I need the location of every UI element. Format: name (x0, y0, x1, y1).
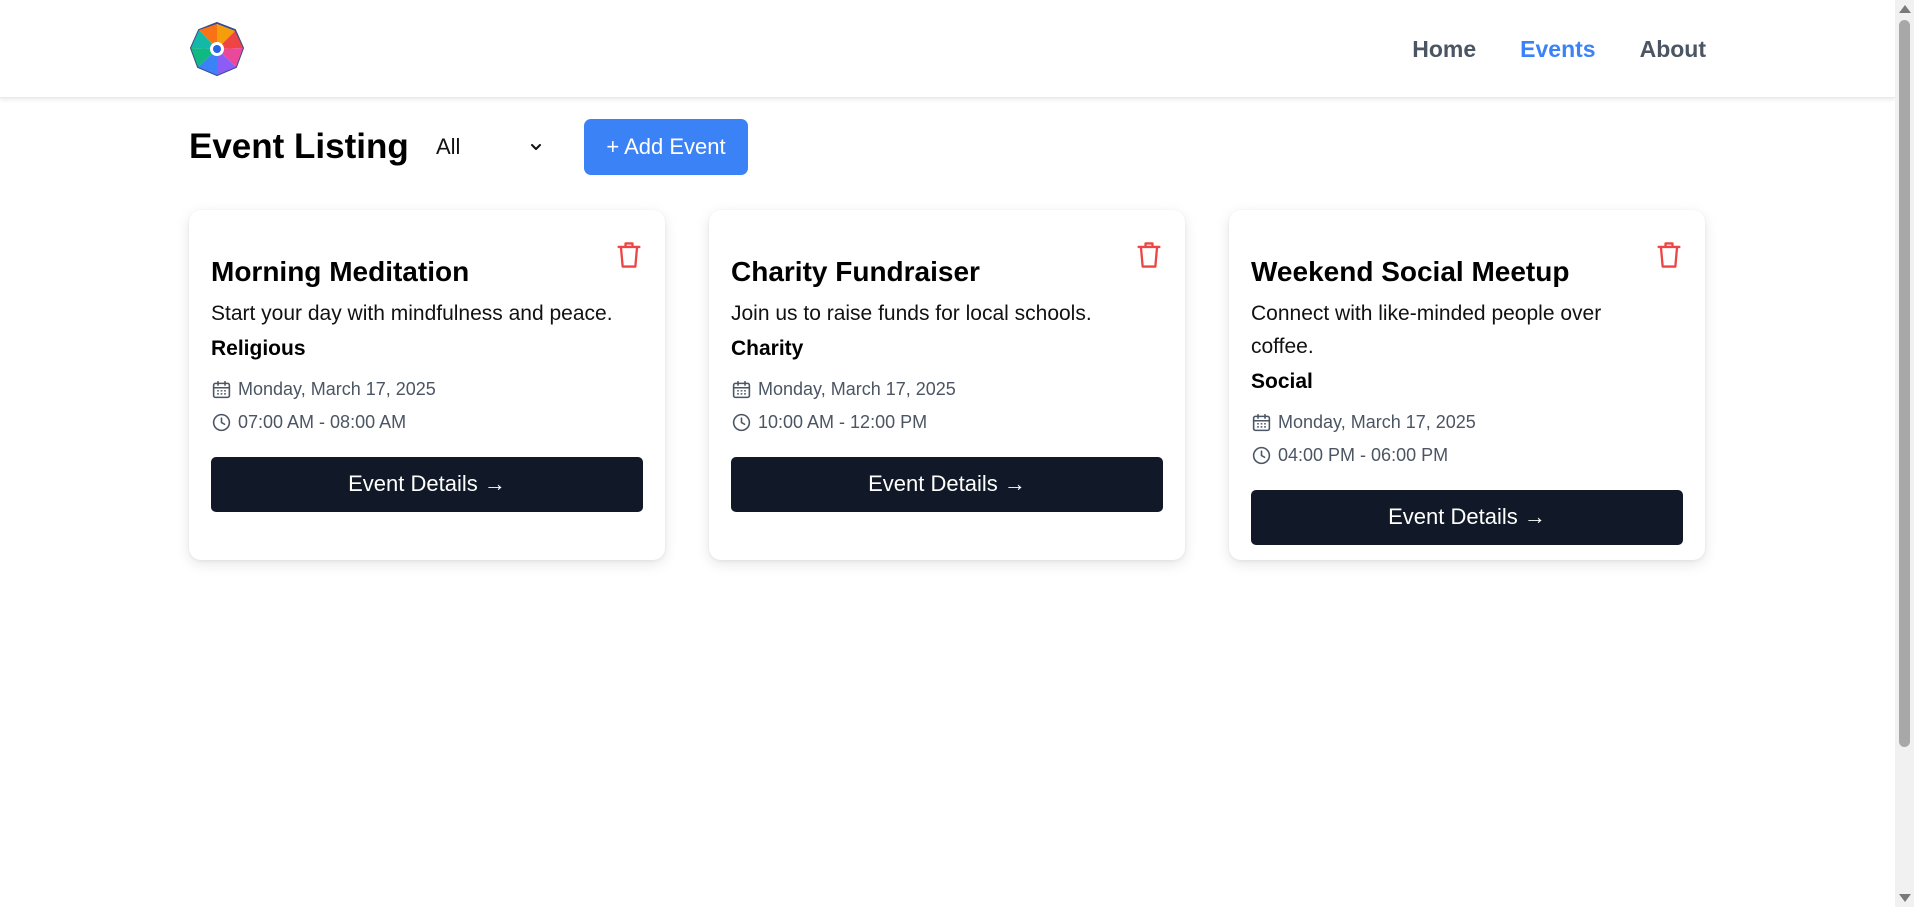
calendar-icon (212, 380, 231, 398)
header-row: Event Listing All + Add Event (189, 119, 748, 175)
event-title: Morning Meditation (211, 256, 470, 287)
event-date: Monday, March 17, 2025 (1278, 411, 1476, 432)
event-category: Charity (731, 336, 804, 360)
category-filter-select[interactable]: All (431, 125, 546, 169)
event-date-row: Monday, March 17, 2025 (1251, 406, 1683, 439)
event-card: Weekend Social Meetup Connect with like-… (1229, 210, 1705, 560)
event-category: Social (1251, 369, 1313, 393)
page-title: Event Listing (189, 127, 409, 166)
event-date-row: Monday, March 17, 2025 (211, 373, 643, 406)
scroll-up-arrow-icon[interactable] (1899, 5, 1911, 13)
add-event-button[interactable]: + Add Event (584, 119, 748, 175)
navbar: Home Events About (0, 0, 1895, 98)
nav-about-link[interactable]: About (1640, 36, 1706, 63)
event-date-row: Monday, March 17, 2025 (731, 373, 1163, 406)
clock-icon (212, 413, 231, 431)
event-description: Connect with like-minded people over cof… (1251, 301, 1602, 358)
event-title: Weekend Social Meetup (1251, 256, 1570, 287)
calendar-icon (732, 380, 751, 398)
clock-icon (1252, 446, 1271, 464)
vertical-scrollbar[interactable] (1895, 0, 1914, 907)
event-details-button[interactable]: Event Details → (1251, 489, 1683, 545)
event-details-button[interactable]: Event Details → (211, 456, 643, 512)
event-time-row: 04:00 PM - 06:00 PM (1251, 439, 1683, 472)
nav-events-link[interactable]: Events (1520, 36, 1595, 63)
scroll-down-arrow-icon[interactable] (1899, 894, 1911, 902)
nav-links: Home Events About (1412, 0, 1706, 98)
event-card: Morning Meditation Start your day with m… (189, 210, 665, 560)
event-title: Charity Fundraiser (731, 256, 980, 287)
event-details-button[interactable]: Event Details → (731, 456, 1163, 512)
chevron-down-icon (531, 144, 541, 150)
nav-home-link[interactable]: Home (1412, 36, 1476, 63)
filter-selected-value: All (436, 134, 461, 159)
logo-icon[interactable] (189, 21, 245, 77)
scrollbar-thumb[interactable] (1899, 20, 1910, 747)
event-description: Start your day with mindfulness and peac… (211, 301, 613, 325)
event-date: Monday, March 17, 2025 (238, 378, 436, 399)
event-time-row: 07:00 AM - 08:00 AM (211, 406, 643, 439)
event-date: Monday, March 17, 2025 (758, 378, 956, 399)
event-cards: Morning Meditation Start your day with m… (189, 210, 1705, 560)
event-time-row: 10:00 AM - 12:00 PM (731, 406, 1163, 439)
event-description: Join us to raise funds for local schools… (731, 301, 1092, 325)
event-card: Charity Fundraiser Join us to raise fund… (709, 210, 1185, 560)
trash-icon[interactable] (1655, 240, 1683, 270)
clock-icon (732, 413, 751, 431)
event-time: 07:00 AM - 08:00 AM (238, 411, 407, 432)
trash-icon[interactable] (1135, 240, 1163, 270)
event-time: 04:00 PM - 06:00 PM (1278, 444, 1449, 465)
trash-icon[interactable] (615, 240, 643, 270)
event-category: Religious (211, 336, 306, 360)
event-time: 10:00 AM - 12:00 PM (758, 411, 928, 432)
calendar-icon (1252, 413, 1271, 431)
